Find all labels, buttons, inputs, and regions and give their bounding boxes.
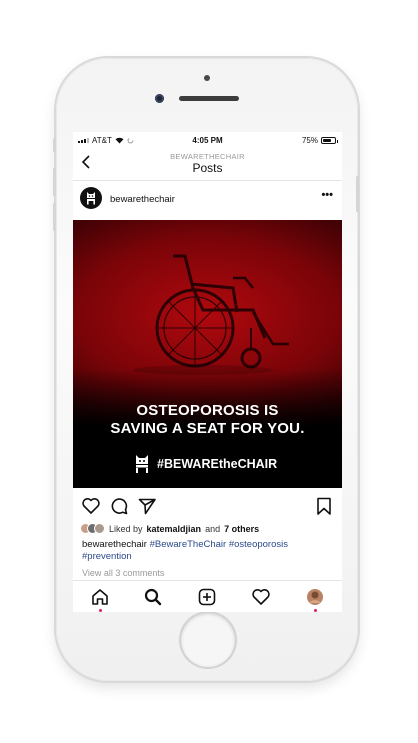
liker-avatars xyxy=(80,523,105,534)
chair-mascot-icon xyxy=(136,455,148,473)
likes-user[interactable]: katemaldjian xyxy=(147,524,202,534)
volume-up-button xyxy=(53,168,56,196)
post-actions xyxy=(73,491,342,519)
view-comments-link[interactable]: View all 3 comments xyxy=(82,568,164,578)
headline-line-2: SAVING A SEAT FOR YOU. xyxy=(110,420,305,437)
home-button[interactable] xyxy=(181,613,235,667)
battery-icon xyxy=(321,137,338,144)
bottom-tab-bar xyxy=(73,580,342,612)
avatar[interactable] xyxy=(80,187,102,209)
nav-subtitle: BEWARETHECHAIR xyxy=(170,152,245,161)
caption-hashtag[interactable]: #BewareTheChair xyxy=(150,539,227,550)
tagline-text: #BEWAREtheCHAIR xyxy=(157,457,278,471)
phone-screen: AT&T 4:05 PM 75% BEWARETHECHAIR Posts be… xyxy=(73,132,342,612)
new-post-icon[interactable] xyxy=(197,587,217,607)
bookmark-icon[interactable] xyxy=(314,496,334,516)
chair-logo-icon xyxy=(87,192,95,205)
proximity-sensor xyxy=(204,75,210,81)
mute-switch xyxy=(53,138,56,152)
nav-bar: BEWARETHECHAIR Posts xyxy=(73,149,342,181)
home-icon[interactable] xyxy=(90,587,110,607)
wheelchair-illustration xyxy=(133,254,289,375)
ellipsis-icon[interactable]: ••• xyxy=(321,189,333,201)
likes-and: and xyxy=(205,523,221,534)
image-tagline: #BEWAREtheCHAIR xyxy=(133,454,277,474)
post-image[interactable]: OSTEOPOROSIS IS SAVING A SEAT FOR YOU. #… xyxy=(73,220,342,488)
home-notification-dot xyxy=(98,609,102,612)
likes-others[interactable]: 7 others xyxy=(224,524,259,534)
image-headline: OSTEOPOROSIS IS SAVING A SEAT FOR YOU. xyxy=(73,402,342,438)
profile-notification-dot xyxy=(313,609,317,612)
search-icon[interactable] xyxy=(143,587,163,607)
likes-prefix: Liked by xyxy=(109,523,143,534)
caption-username[interactable]: bewarethechair xyxy=(82,539,147,550)
likes-summary[interactable]: Liked by katemaldjian and 7 others xyxy=(80,523,259,534)
share-send-icon[interactable] xyxy=(137,496,157,516)
post-username[interactable]: bewarethechair xyxy=(110,194,175,205)
like-heart-icon[interactable] xyxy=(81,496,101,516)
page-title: Posts xyxy=(192,161,223,175)
power-button xyxy=(356,176,359,212)
front-camera xyxy=(155,94,164,103)
caption-hashtag[interactable]: #prevention xyxy=(82,551,132,562)
battery-percent: 75% xyxy=(301,136,318,145)
headline-line-1: OSTEOPOROSIS IS xyxy=(136,402,279,419)
post-caption: bewarethechair #BewareTheChair #osteopor… xyxy=(82,539,332,563)
post-header: bewarethechair ••• xyxy=(73,181,342,217)
activity-heart-icon[interactable] xyxy=(251,587,271,607)
volume-down-button xyxy=(53,203,56,231)
earpiece-speaker xyxy=(179,96,239,101)
comment-icon[interactable] xyxy=(109,496,129,516)
caption-hashtag[interactable]: #osteoporosis xyxy=(229,539,288,550)
profile-avatar-icon[interactable] xyxy=(305,587,325,607)
status-bar: AT&T 4:05 PM 75% xyxy=(73,132,342,149)
